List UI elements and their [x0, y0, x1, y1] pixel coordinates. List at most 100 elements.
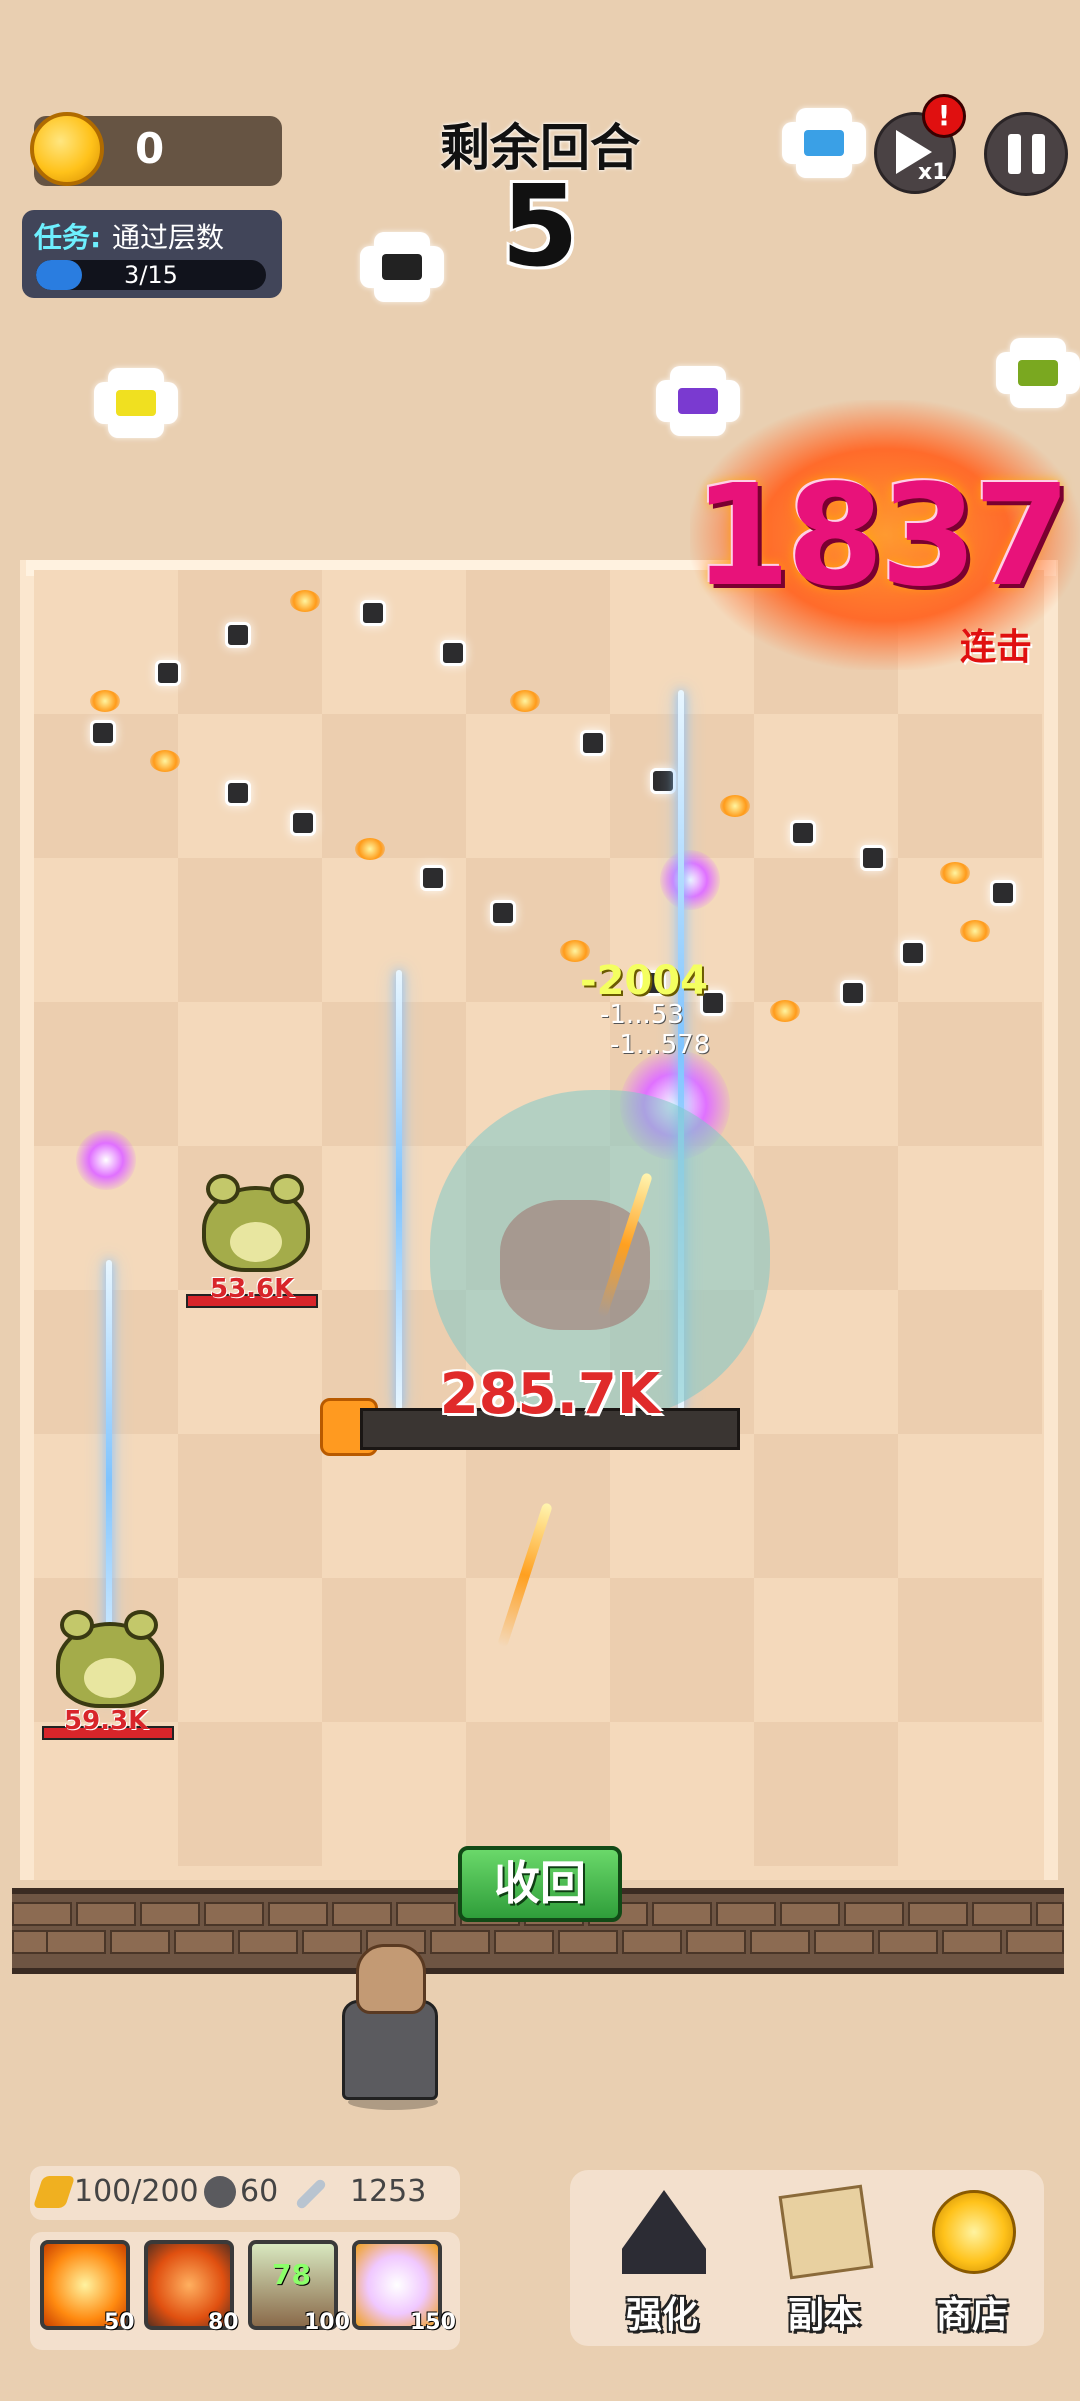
rock-projectile — [900, 940, 926, 966]
wall-brick — [140, 1902, 200, 1926]
rock-projectile — [580, 730, 606, 756]
skill-cost: 80 — [208, 2310, 239, 2335]
wall-brick — [204, 1902, 264, 1926]
board-cell — [466, 570, 610, 714]
wall-brick — [686, 1930, 746, 1954]
attack-value: 1253 — [350, 2174, 427, 2209]
task-progress-text: 3/15 — [124, 261, 178, 289]
wall-brick — [396, 1902, 456, 1926]
remaining-rounds-value: 5 — [501, 162, 579, 292]
pause-icon — [1008, 134, 1021, 174]
wall-brick — [46, 1930, 106, 1954]
recall-button[interactable]: 收回 — [458, 1846, 622, 1922]
wall-brick — [268, 1902, 328, 1926]
pickup-green — [996, 338, 1080, 408]
rock-projectile — [225, 622, 251, 648]
board-cell — [466, 1434, 610, 1578]
board-cell — [898, 1578, 1042, 1722]
pickup-yellow — [94, 368, 178, 438]
wall-brick — [332, 1902, 392, 1926]
skill-cost: 100 — [304, 2310, 350, 2335]
wall-brick — [76, 1902, 136, 1926]
rock-projectile — [860, 845, 886, 871]
rock-projectile — [440, 640, 466, 666]
wall-brick — [174, 1930, 234, 1954]
lightning-bolt — [396, 970, 402, 1410]
board-cell — [610, 1578, 754, 1722]
stone-count: 60 — [240, 2174, 279, 2209]
enemy-health-value: 53.6K — [210, 1274, 295, 1304]
fire-spark — [720, 795, 750, 817]
board-cell — [754, 1722, 898, 1866]
damage-number-small: -1...578 — [610, 1030, 711, 1060]
board-cell — [466, 1722, 610, 1866]
rock-projectile — [490, 900, 516, 926]
frog-enemy — [50, 1602, 170, 1712]
fire-spark — [940, 862, 970, 884]
wall-brick — [110, 1930, 170, 1954]
purple-orb — [76, 1130, 136, 1190]
map-scroll-icon — [778, 2184, 874, 2280]
enemy-health-value: 59.3K — [64, 1706, 149, 1736]
wall-brick — [494, 1930, 554, 1954]
rock-projectile — [360, 600, 386, 626]
board-cell — [34, 1002, 178, 1146]
board-cell — [178, 1434, 322, 1578]
pickup-blue — [782, 108, 866, 178]
rock-projectile — [790, 820, 816, 846]
wall-brick — [716, 1902, 776, 1926]
shop-label: 商店 — [935, 2295, 1008, 2336]
upgrade-label: 强化 — [625, 2295, 698, 2336]
damage-number-small: -1...53 — [600, 1000, 684, 1030]
combo-count: 1837 — [693, 455, 1071, 618]
wall-brick — [558, 1930, 618, 1954]
task-description: 通过层数 — [112, 221, 225, 254]
gold-coin-icon — [30, 112, 104, 186]
wall-brick — [780, 1902, 840, 1926]
rock-projectile — [650, 768, 676, 794]
pickup-purple — [656, 366, 740, 436]
wall-brick — [878, 1930, 938, 1954]
frog-enemy — [196, 1166, 316, 1276]
shop-button[interactable]: 商店 — [902, 2190, 1042, 2340]
gold-medal-icon — [932, 2190, 1016, 2274]
upgrade-button[interactable]: 强化 — [592, 2190, 732, 2340]
wall-brick — [942, 1930, 1002, 1954]
skill-cost: 50 — [104, 2310, 135, 2335]
dungeon-label: 副本 — [787, 2295, 860, 2336]
rock-projectile — [225, 780, 251, 806]
combo-label: 连击 — [960, 627, 1033, 668]
rock-projectile — [420, 865, 446, 891]
rock-projectile — [90, 720, 116, 746]
dungeon-button[interactable]: 副本 — [754, 2184, 894, 2340]
board-cell — [322, 1578, 466, 1722]
fire-spark — [355, 838, 385, 860]
board-cell — [898, 1290, 1042, 1434]
wall-brick — [1036, 1902, 1064, 1926]
speed-multiplier: x1 — [918, 160, 948, 185]
pause-icon-bar — [1032, 134, 1045, 174]
rock-projectile — [290, 810, 316, 836]
task-prefix: 任务: — [34, 221, 102, 254]
wall-brick — [652, 1902, 712, 1926]
stone-icon — [204, 2176, 236, 2208]
wall-brick — [238, 1930, 298, 1954]
energy-value: 100/200 — [74, 2174, 199, 2209]
pickup-black — [360, 232, 444, 302]
damage-number: -2004 — [580, 958, 708, 1004]
wall-brick — [908, 1902, 968, 1926]
board-cell — [322, 714, 466, 858]
fire-spark — [510, 690, 540, 712]
fire-spark — [150, 750, 180, 772]
boss-health-value: 285.7K — [439, 1362, 661, 1427]
wall-brick — [814, 1930, 874, 1954]
board-cell — [178, 1722, 322, 1866]
board-cell — [754, 1434, 898, 1578]
pause-button[interactable] — [984, 112, 1068, 196]
wall-brick — [972, 1902, 1032, 1926]
skill-level: 78 — [272, 2258, 311, 2291]
fire-spark — [770, 1000, 800, 1022]
rock-projectile — [840, 980, 866, 1006]
rock-projectile — [155, 660, 181, 686]
board-cell — [754, 1146, 898, 1290]
